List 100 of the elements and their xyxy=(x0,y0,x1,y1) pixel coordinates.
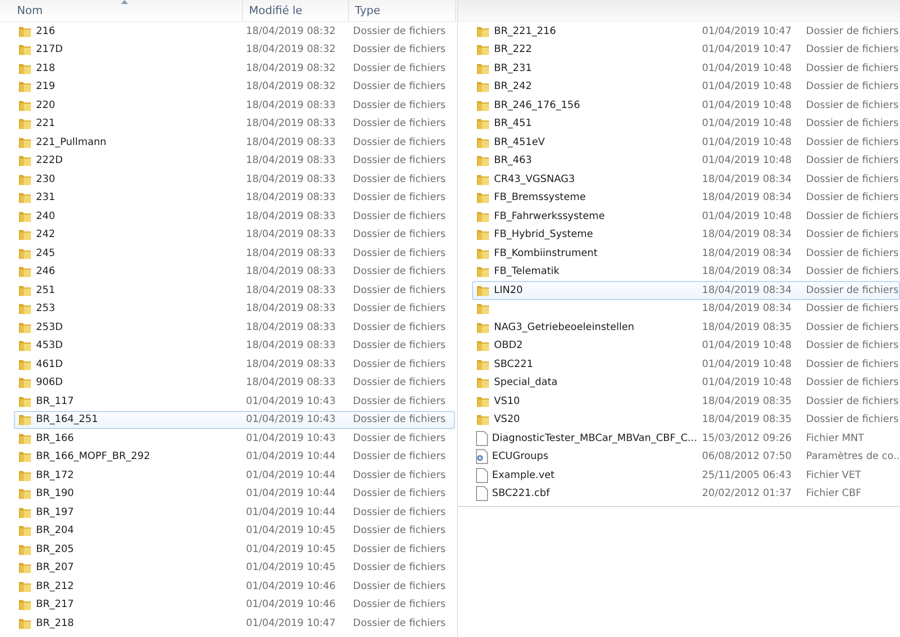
folder-icon xyxy=(18,450,32,464)
file-row[interactable]: 216 18/04/2019 08:32 Dossier de fichiers xyxy=(14,22,455,40)
file-row[interactable]: 230 18/04/2019 08:33 Dossier de fichiers xyxy=(14,170,455,188)
file-name: BR_197 xyxy=(36,506,74,518)
file-row[interactable]: SBC221.cbf 20/02/2012 01:37 Fichier CBF xyxy=(472,484,900,503)
file-type: Fichier CBF xyxy=(806,488,862,500)
file-row[interactable]: 246 18/04/2019 08:33 Dossier de fichiers xyxy=(14,262,455,281)
file-row[interactable]: FB_Hybrid_Systeme 18/04/2019 08:34 Dossier de fichiers xyxy=(472,226,900,244)
modified-date: 18/04/2019 08:33 xyxy=(246,377,337,388)
folder-icon xyxy=(476,302,490,316)
file-row[interactable]: CR43_VGSNAG3 18/04/2019 08:34 Dossier de fichiers xyxy=(472,170,900,188)
file-row[interactable]: BR_164_251 01/04/2019 10:43 Dossier de fichiers xyxy=(14,410,455,429)
file-row[interactable]: BR_205 01/04/2019 10:45 Dossier de fichiers xyxy=(14,540,455,558)
file-row[interactable]: BR_221_216 01/04/2019 10:47 Dossier de fichiers xyxy=(472,22,900,40)
file-row[interactable]: 251 18/04/2019 08:33 Dossier de fichiers xyxy=(14,281,455,300)
file-row[interactable]: 218 18/04/2019 08:32 Dossier de fichiers xyxy=(14,59,455,78)
file-type: Dossier de fichiers xyxy=(806,266,899,278)
modified-date: 18/04/2019 08:32 xyxy=(246,44,337,56)
file-row[interactable]: BR_463 01/04/2019 10:48 Dossier de fichiers xyxy=(472,152,900,170)
file-row[interactable]: BR_172 01/04/2019 10:44 Dossier de fichiers xyxy=(14,466,455,484)
file-row[interactable]: BR_207 01/04/2019 10:45 Dossier de fichiers xyxy=(14,558,455,577)
file-row[interactable]: BR_246_176_156 01/04/2019 10:48 Dossier de fichiers xyxy=(472,96,900,114)
file-row[interactable]: BR_166 01/04/2019 10:43 Dossier de fichiers xyxy=(14,429,455,448)
modified-date: 01/04/2019 10:48 xyxy=(702,340,793,352)
modified-date: 18/04/2019 08:33 xyxy=(246,229,337,240)
file-row[interactable]: 245 18/04/2019 08:33 Dossier de fichiers xyxy=(14,244,455,262)
file-row[interactable]: LIN20 18/04/2019 08:34 Dossier de fichiers xyxy=(472,281,900,300)
folder-icon xyxy=(18,284,32,297)
file-row[interactable]: 221_Pullmann 18/04/2019 08:33 Dossier de fichiers xyxy=(14,133,455,152)
file-row[interactable]: 453D 18/04/2019 08:33 Dossier de fichiers xyxy=(14,336,455,355)
file-row[interactable]: BR_451 01/04/2019 10:48 Dossier de fichiers xyxy=(472,114,900,133)
file-row[interactable]: BR_451eV 01/04/2019 10:48 Dossier de fichiers xyxy=(472,133,900,152)
file-row[interactable]: BR_231 01/04/2019 10:48 Dossier de fichiers xyxy=(472,59,900,78)
folder-icon xyxy=(18,616,32,630)
file-row[interactable]: NAG3_Getriebeoeleinstellen 18/04/2019 08:35 Dossier de fichiers xyxy=(472,318,900,336)
file-row[interactable]: BR_190 01/04/2019 10:44 Dossier de fichiers xyxy=(14,484,455,503)
folder-icon xyxy=(476,320,490,334)
file-row[interactable]: BR_217 01/04/2019 10:46 Dossier de fichiers xyxy=(14,596,455,614)
modified-date: 18/04/2019 08:32 xyxy=(246,62,337,74)
folder-icon xyxy=(18,506,32,519)
file-row[interactable]: Example.vet 25/11/2005 06:43 Fichier VET xyxy=(472,466,900,484)
file-row[interactable]: FB_Bremssysteme 18/04/2019 08:34 Dossier de fichiers xyxy=(472,188,900,207)
file-type: Dossier de fichiers xyxy=(353,358,447,370)
file-row[interactable]: 253 18/04/2019 08:33 Dossier de fichiers xyxy=(14,300,455,318)
file-row[interactable]: FB_Telematik 18/04/2019 08:34 Dossier de fichiers xyxy=(472,262,900,281)
file-row[interactable]: 220 18/04/2019 08:33 Dossier de fichiers xyxy=(14,96,455,114)
file-row[interactable]: 217D 18/04/2019 08:32 Dossier de fichiers xyxy=(14,40,455,59)
file-row[interactable]: DiagnosticTester_MBCar_MBVan_CBF_C... 15/03/2012 09:26 Fichier MNT xyxy=(472,429,900,448)
file-name: LIN20 xyxy=(494,284,523,296)
column-header[interactable]: Modifié le xyxy=(243,0,349,21)
folder-icon xyxy=(18,43,32,56)
file-row[interactable]: VS20 18/04/2019 08:35 Dossier de fichiers xyxy=(472,410,900,429)
file-row[interactable]: FB_Fahrwerkssysteme 01/04/2019 10:48 Dossier de fichiers xyxy=(472,207,900,226)
column-header[interactable]: Nom xyxy=(0,0,243,21)
file-row[interactable]: 18/04/2019 08:34 Dossier de fichiers xyxy=(472,300,900,318)
file-type: Dossier de fichiers xyxy=(353,618,447,629)
file-row[interactable]: BR_197 01/04/2019 10:44 Dossier de fichiers xyxy=(14,503,455,522)
file-row[interactable]: OBD2 01/04/2019 10:48 Dossier de fichiers xyxy=(472,336,900,355)
file-row[interactable]: ECUGroups 06/08/2012 07:50 Paramètres de co... xyxy=(472,448,900,466)
file-icon xyxy=(476,486,488,502)
modified-date: 18/04/2019 08:33 xyxy=(246,174,337,185)
file-type: Dossier de fichiers xyxy=(353,432,447,444)
folder-icon xyxy=(18,136,32,149)
file-type: Dossier de fichiers xyxy=(353,174,447,185)
file-row[interactable]: VS10 18/04/2019 08:35 Dossier de fichiers xyxy=(472,392,900,410)
modified-date: 01/04/2019 10:47 xyxy=(702,26,793,37)
file-row[interactable]: 240 18/04/2019 08:33 Dossier de fichiers xyxy=(14,207,455,226)
file-row[interactable]: 461D 18/04/2019 08:33 Dossier de fichiers xyxy=(14,355,455,374)
file-row[interactable]: 221 18/04/2019 08:33 Dossier de fichiers xyxy=(14,114,455,133)
column-header[interactable]: Type xyxy=(349,0,456,21)
file-row[interactable]: BR_218 01/04/2019 10:47 Dossier de fichiers xyxy=(14,614,455,632)
file-type: Dossier de fichiers xyxy=(806,118,899,130)
file-row[interactable]: BR_117 01/04/2019 10:43 Dossier de fichiers xyxy=(14,392,455,410)
file-row[interactable]: BR_166_MOPF_BR_292 01/04/2019 10:44 Dossier de fichiers xyxy=(14,448,455,466)
file-row[interactable]: BR_204 01/04/2019 10:45 Dossier de fichiers xyxy=(14,522,455,540)
file-row[interactable]: 242 18/04/2019 08:33 Dossier de fichiers xyxy=(14,226,455,244)
file-row[interactable]: 219 18/04/2019 08:32 Dossier de fichiers xyxy=(14,78,455,96)
folder-icon xyxy=(18,339,32,352)
file-row[interactable]: 231 18/04/2019 08:33 Dossier de fichiers xyxy=(14,188,455,207)
file-row[interactable]: BR_242 01/04/2019 10:48 Dossier de fichiers xyxy=(472,78,900,96)
folder-icon xyxy=(476,284,490,297)
file-type: Dossier de fichiers xyxy=(806,396,899,407)
file-row[interactable]: 222D 18/04/2019 08:33 Dossier de fichiers xyxy=(14,152,455,170)
file-row[interactable]: 253D 18/04/2019 08:33 Dossier de fichiers xyxy=(14,318,455,336)
file-row[interactable]: Special_data 01/04/2019 10:48 Dossier de fichiers xyxy=(472,374,900,392)
modified-date: 01/04/2019 10:45 xyxy=(246,525,337,536)
file-row[interactable]: FB_Kombiinstrument 18/04/2019 08:34 Dossier de fichiers xyxy=(472,244,900,262)
modified-date: 01/04/2019 10:44 xyxy=(246,506,337,518)
file-name: BR_451eV xyxy=(494,136,545,148)
file-row[interactable]: 906D 18/04/2019 08:33 Dossier de fichiers xyxy=(14,374,455,392)
folder-icon xyxy=(18,24,32,38)
folder-icon xyxy=(18,561,32,574)
file-row[interactable]: SBC221 01/04/2019 10:48 Dossier de fichiers xyxy=(472,355,900,374)
file-name: 453D xyxy=(36,340,63,352)
folder-icon xyxy=(18,228,32,242)
file-row[interactable]: BR_212 01/04/2019 10:46 Dossier de fichiers xyxy=(14,577,455,596)
file-type: Dossier de fichiers xyxy=(353,118,447,130)
file-row[interactable]: BR_222 01/04/2019 10:47 Dossier de fichiers xyxy=(472,40,900,59)
folder-icon xyxy=(476,246,490,260)
folder-icon xyxy=(476,210,490,223)
